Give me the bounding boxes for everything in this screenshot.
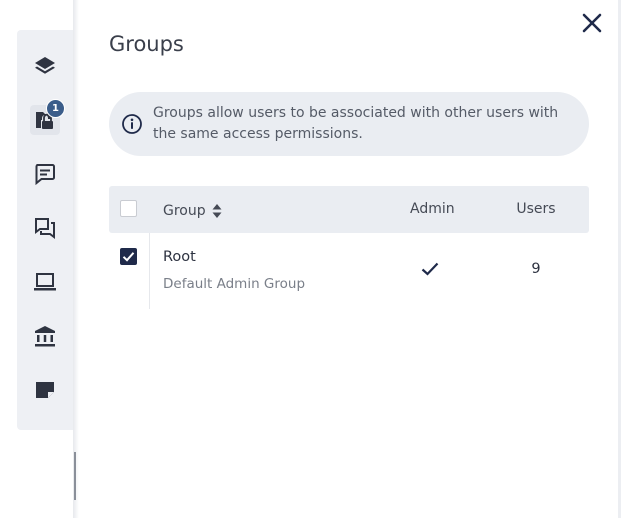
note-icon xyxy=(33,378,57,402)
column-header-admin: Admin xyxy=(410,201,455,217)
table-header: Group Admin Users xyxy=(109,186,589,265)
groups-panel: Groups Groups allow users to be associat… xyxy=(79,0,618,518)
sidebar-item-layers[interactable] xyxy=(30,51,60,81)
sidebar-item-forum[interactable] xyxy=(30,213,60,243)
row-divider xyxy=(149,233,150,309)
info-banner: Groups allow users to be associated with… xyxy=(109,92,589,156)
select-all-checkbox[interactable] xyxy=(120,200,137,217)
admin-check-icon xyxy=(421,261,441,277)
info-icon xyxy=(121,113,143,135)
layers-icon xyxy=(33,54,57,78)
sidebar-item-institution[interactable] xyxy=(30,321,60,351)
close-button[interactable] xyxy=(579,10,605,36)
users-count: 9 xyxy=(531,261,541,277)
comment-icon xyxy=(33,162,57,186)
notification-badge: 1 xyxy=(46,99,65,118)
resize-handle[interactable] xyxy=(74,452,76,500)
sidebar-item-secure-folder[interactable]: 1 xyxy=(30,99,65,135)
page-title: Groups xyxy=(109,32,184,56)
column-header-users: Users xyxy=(516,201,556,217)
sidebar-item-notes[interactable] xyxy=(30,375,60,405)
forum-icon xyxy=(33,216,57,240)
sidebar-item-comments[interactable] xyxy=(30,159,60,189)
sort-icon xyxy=(212,204,222,218)
table-row[interactable]: Root Default Admin Group 9 xyxy=(109,233,589,311)
column-header-group[interactable]: Group xyxy=(163,203,222,219)
sidebar-item-devices[interactable] xyxy=(30,267,60,297)
groups-table: Group Admin Users Root Default Admin Gro… xyxy=(109,186,589,311)
group-description: Default Admin Group xyxy=(163,276,306,292)
laptop-icon xyxy=(33,270,57,294)
icon-rail: 1 xyxy=(17,30,73,430)
bank-icon xyxy=(33,324,57,348)
left-sidebar-area: 1 xyxy=(0,0,73,518)
info-text: Groups allow users to be associated with… xyxy=(153,105,559,142)
column-header-group-label: Group xyxy=(163,203,206,219)
close-icon xyxy=(579,10,605,36)
group-name: Root xyxy=(163,249,196,265)
